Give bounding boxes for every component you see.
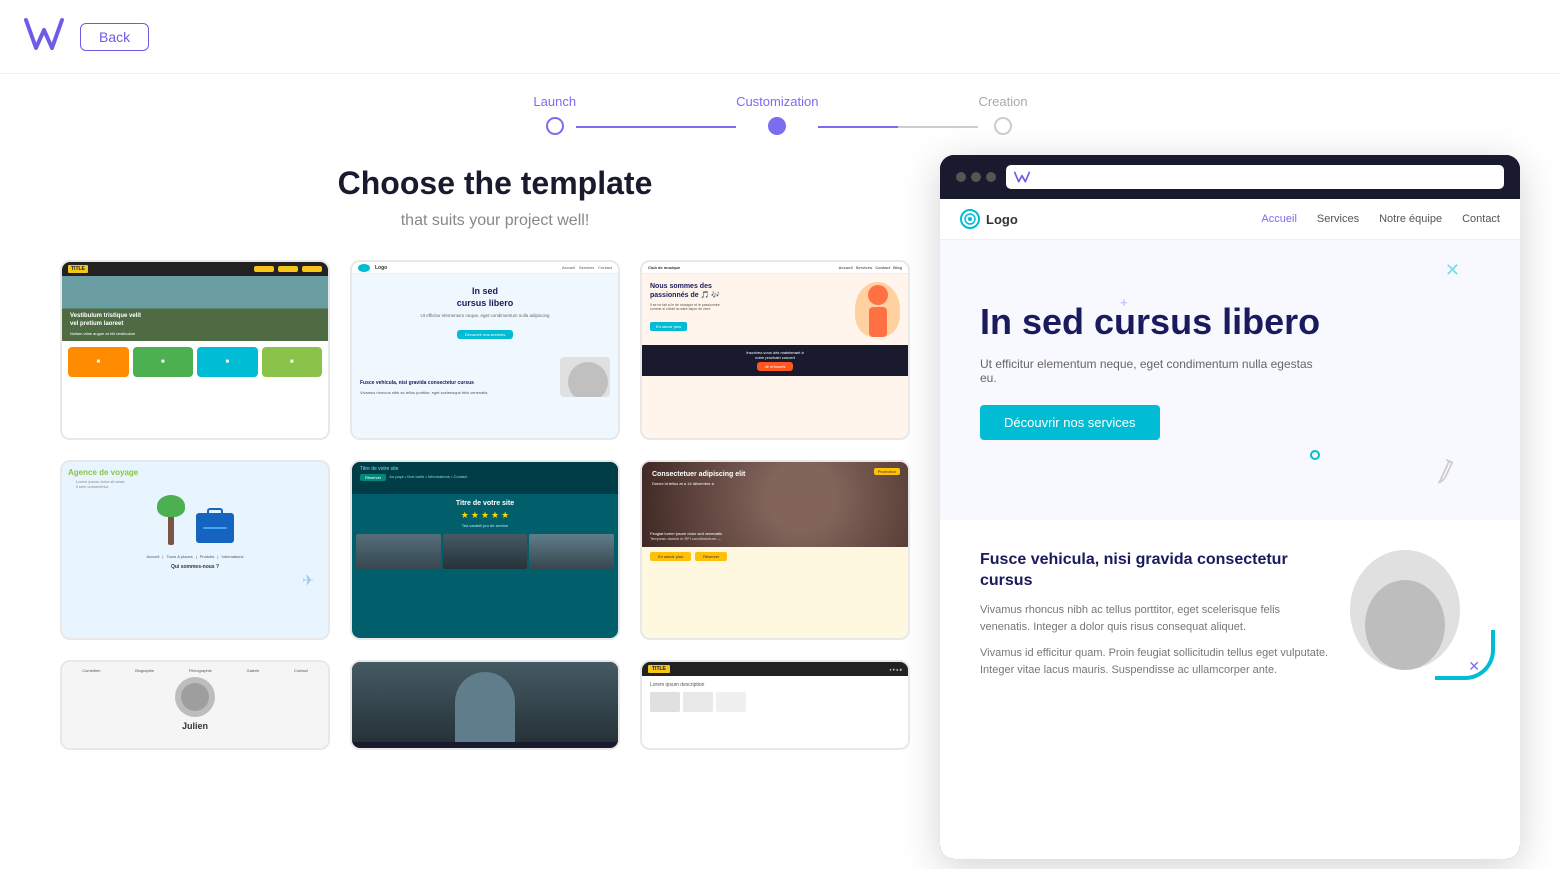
step-creation: Creation xyxy=(978,94,1027,135)
preview-s2-image: ✕ xyxy=(1350,550,1480,670)
right-panel: Logo Accueil Services Notre équipe Conta… xyxy=(930,145,1550,869)
step-customization-circle xyxy=(768,117,786,135)
preview-logo-area: Logo xyxy=(960,209,1018,229)
left-panel: Choose the template that suits your proj… xyxy=(60,145,930,869)
template-card-6[interactable]: Consectetuer adipiscing elitDonec id tel… xyxy=(640,460,910,640)
website-preview: Logo Accueil Services Notre équipe Conta… xyxy=(940,199,1520,859)
browser-chrome xyxy=(940,155,1520,199)
browser-window: Logo Accueil Services Notre équipe Conta… xyxy=(940,155,1520,859)
browser-address-bar[interactable] xyxy=(1006,165,1504,189)
logo xyxy=(24,16,80,57)
step-launch-label: Launch xyxy=(533,94,576,109)
preview-section2: Fusce vehicula, nisi gravida consectetur… xyxy=(940,520,1520,718)
step-creation-circle xyxy=(994,117,1012,135)
deco-plus-icon-1: + xyxy=(1120,295,1128,310)
preview-hero-title: In sed cursus libero xyxy=(980,300,1340,343)
preview-s2-body2: Vivamus id efficitur quam. Proin feugiat… xyxy=(980,645,1330,680)
step-line-2 xyxy=(818,126,978,128)
template-card-8[interactable] xyxy=(350,660,620,750)
deco-teal-swoosh xyxy=(1435,630,1495,680)
deco-x-bottom-icon: ✕ xyxy=(1468,658,1480,675)
template-card-9[interactable]: TITLE ♦ ♥ ♠ ♣ Lorem ipsum description xyxy=(640,660,910,750)
template-card-2[interactable]: Logo AccueilServicesContact In sedcursus… xyxy=(350,260,620,440)
deco-pencil-icon xyxy=(1427,452,1465,494)
browser-dot-1 xyxy=(956,172,966,182)
template-card-1[interactable]: TITLE Vestibulum tristique velitvel pret… xyxy=(60,260,330,440)
step-launch-circle xyxy=(546,117,564,135)
deco-x-icon: ✕ xyxy=(1445,260,1460,281)
stepper: Launch Customization Creation xyxy=(0,74,1561,145)
step-line-1 xyxy=(576,126,736,128)
browser-dot-3 xyxy=(986,172,996,182)
back-button[interactable]: Back xyxy=(80,23,149,51)
nav-item-contact[interactable]: Contact xyxy=(1462,213,1500,225)
template-grid: TITLE Vestibulum tristique velitvel pret… xyxy=(60,260,930,750)
preview-nav: Accueil Services Notre équipe Contact xyxy=(1261,213,1500,225)
template-card-5[interactable]: Titre de votre site Réserver Au pays • N… xyxy=(350,460,620,640)
nav-item-services[interactable]: Services xyxy=(1317,213,1359,225)
template-card-4[interactable]: Agence de voyage Lorem ipsum dolor sit a… xyxy=(60,460,330,640)
preview-s2-text: Fusce vehicula, nisi gravida consectetur… xyxy=(980,550,1330,688)
nav-item-accueil[interactable]: Accueil xyxy=(1261,213,1296,225)
browser-dots xyxy=(956,172,996,182)
preview-cta-button[interactable]: Découvrir nos services xyxy=(980,405,1160,440)
preview-nav-bar: Logo Accueil Services Notre équipe Conta… xyxy=(940,199,1520,240)
preview-avatar-figure xyxy=(1365,580,1445,670)
template-card-3[interactable]: Club de musique AccueilServicesContactBl… xyxy=(640,260,910,440)
template-card-7[interactable]: ComédienBiographieFilmographieGalerieCon… xyxy=(60,660,330,750)
preview-logo-circle xyxy=(960,209,980,229)
main-layout: Choose the template that suits your proj… xyxy=(0,145,1561,869)
step-launch: Launch xyxy=(533,94,576,135)
page-subtitle: that suits your project well! xyxy=(60,212,930,230)
preview-hero-subtitle: Ut efficitur elementum neque, eget condi… xyxy=(980,357,1320,385)
preview-s2-body1: Vivamus rhoncus nibh ac tellus porttitor… xyxy=(980,602,1330,637)
preview-logo-text: Logo xyxy=(986,212,1018,227)
header: Back xyxy=(0,0,1561,74)
page-title: Choose the template xyxy=(60,165,930,202)
deco-plus-icon-2: + xyxy=(1140,315,1146,326)
step-customization-label: Customization xyxy=(736,94,818,109)
step-customization: Customization xyxy=(736,94,818,135)
step-creation-label: Creation xyxy=(978,94,1027,109)
browser-dot-2 xyxy=(971,172,981,182)
preview-hero: ✕ + + In sed cursus libero Ut efficitur … xyxy=(940,240,1520,520)
nav-item-equipe[interactable]: Notre équipe xyxy=(1379,213,1442,225)
preview-s2-title: Fusce vehicula, nisi gravida consectetur… xyxy=(980,550,1330,592)
deco-circle xyxy=(1310,450,1320,460)
